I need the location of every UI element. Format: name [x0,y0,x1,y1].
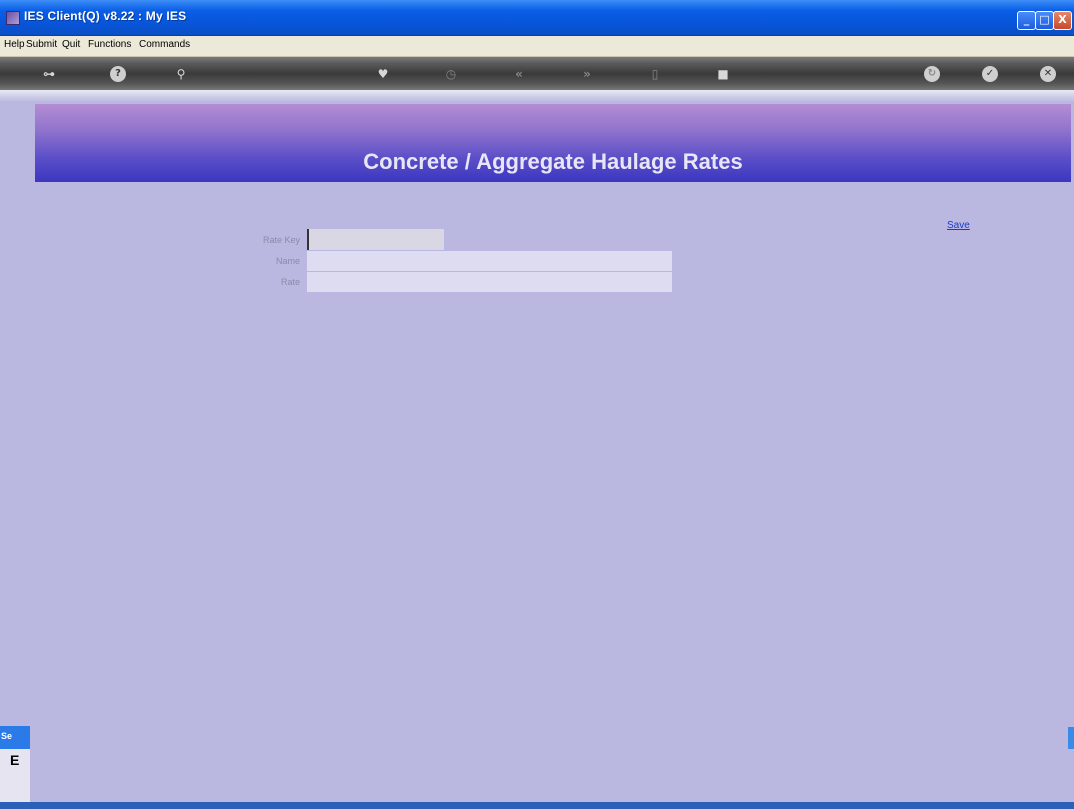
menu-help[interactable]: Help [4,39,25,50]
rate-key-input[interactable] [307,229,444,250]
window-title-bar: IES Client(Q) v8.22 : My IES _ □ X [0,0,1074,36]
name-input[interactable] [307,251,672,271]
app-icon [6,11,20,25]
menu-commands[interactable]: Commands [139,39,190,50]
window-bottom-border [0,802,1074,809]
status-label: Se [1,731,13,741]
close-window-button[interactable]: X [1053,11,1072,30]
toolbar [0,57,1074,90]
menu-functions[interactable]: Functions [88,39,131,50]
right-edge-tab[interactable] [1068,727,1074,749]
clock-icon[interactable]: ◷ [443,66,459,82]
menu-submit[interactable]: Submit [26,39,57,50]
forward-icon[interactable]: » [579,66,595,82]
minimize-button[interactable]: _ [1017,11,1036,30]
bookmark-icon[interactable]: ▯ [647,66,663,82]
rate-key-label: Rate Key [262,235,300,245]
close-icon[interactable]: ✕ [1040,66,1056,82]
rate-label: Rate [280,277,300,287]
rewind-icon[interactable]: « [511,66,527,82]
name-label: Name [275,256,300,266]
search-icon[interactable]: ⚲ [173,66,189,82]
maximize-button[interactable]: □ [1035,11,1054,30]
toolbar-shine [0,90,1074,102]
help-icon[interactable]: ? [110,66,126,82]
menu-quit[interactable]: Quit [62,39,80,50]
status-value: E [10,752,20,768]
rate-input[interactable] [307,272,672,292]
menu-bar: Help Submit Quit Functions Commands [0,36,1074,57]
save-link[interactable]: Save [947,220,970,231]
key-icon[interactable]: ⊶ [36,66,62,82]
stop-icon[interactable]: ■ [715,66,731,82]
refresh-icon[interactable]: ↻ [924,66,940,82]
page-title: Concrete / Aggregate Haulage Rates [363,149,743,174]
heart-icon[interactable]: ♥ [375,66,391,82]
check-icon[interactable]: ✓ [982,66,998,82]
window-title: IES Client(Q) v8.22 : My IES [24,9,187,23]
page-header-banner: Concrete / Aggregate Haulage Rates [35,104,1071,182]
